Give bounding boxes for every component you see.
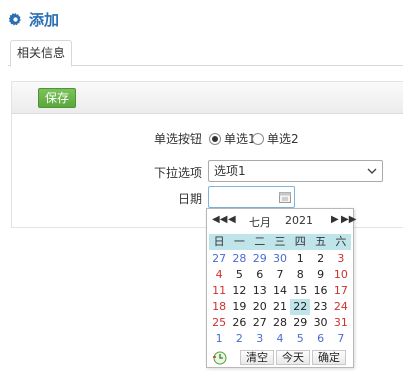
calendar-day[interactable]: 14 (270, 283, 290, 299)
gear-icon (8, 12, 22, 26)
calendar-day[interactable]: 15 (290, 283, 310, 299)
calendar-day[interactable]: 5 (290, 331, 310, 347)
next-month-icon[interactable]: ▶ (331, 214, 339, 226)
calendar-day[interactable]: 4 (209, 267, 229, 283)
radio-label: 单选按钮 (153, 132, 202, 146)
radio-button[interactable] (252, 132, 264, 145)
calendar-day[interactable]: 23 (310, 299, 330, 315)
calendar-year[interactable]: 2021 (285, 214, 313, 227)
calendar-days: 27 28 29 30 1 2 3 4 5 6 7 8 9 10 11 12 13 14 15 16 17 18 19 20 2… (209, 251, 351, 347)
calendar-day[interactable]: 7 (270, 267, 290, 283)
form-panel: 保存 (11, 81, 403, 228)
radio-button-checked[interactable] (209, 132, 221, 145)
calendar-day[interactable]: 28 (229, 251, 249, 267)
calendar-day[interactable]: 27 (250, 315, 270, 331)
next-year-icon[interactable]: ▶▶ (341, 214, 356, 226)
today-button[interactable]: 今天 (276, 350, 310, 365)
calendar-day[interactable]: 6 (310, 331, 330, 347)
tab-related-info[interactable]: 相关信息 (10, 40, 72, 67)
calendar-day[interactable]: 5 (229, 267, 249, 283)
calendar-day[interactable]: 9 (310, 267, 330, 283)
calendar-day[interactable]: 20 (250, 299, 270, 315)
calendar-day[interactable]: 18 (209, 299, 229, 315)
calendar-day[interactable]: 30 (270, 251, 290, 267)
calendar-day[interactable]: 28 (270, 315, 290, 331)
calendar-day[interactable]: 10 (331, 267, 351, 283)
weekday-label: 日 (213, 235, 225, 248)
calendar-day[interactable]: 25 (209, 315, 229, 331)
radio-option-label: 单选2 (267, 132, 299, 146)
calendar-day[interactable]: 4 (270, 331, 290, 347)
confirm-button[interactable]: 确定 (312, 350, 346, 365)
calendar-day[interactable]: 27 (209, 251, 229, 267)
calendar-day[interactable]: 21 (270, 299, 290, 315)
select-value: 选项1 (214, 164, 246, 178)
radio-option-1[interactable]: 单选1 (209, 130, 256, 147)
weekday-label: 二 (254, 235, 266, 248)
calendar-day[interactable]: 22 (290, 299, 311, 315)
calendar-day[interactable]: 2 (229, 331, 249, 347)
tab-bar: 相关信息 (8, 40, 403, 67)
dropdown-select[interactable]: 选项1 (208, 160, 383, 182)
clock-icon[interactable] (212, 351, 228, 365)
calendar-day[interactable]: 16 (310, 283, 330, 299)
save-button[interactable]: 保存 (38, 88, 76, 108)
calendar-day[interactable]: 29 (250, 251, 270, 267)
weekday-label: 三 (274, 235, 286, 248)
radio-option-label: 单选1 (224, 132, 256, 146)
calendar-day[interactable]: 19 (229, 299, 249, 315)
calendar-day[interactable]: 3 (331, 251, 351, 267)
calendar-day[interactable]: 2 (310, 251, 330, 267)
calendar-header: ◀◀ ◀ 七月 2021 ▶ ▶▶ (207, 209, 356, 233)
calendar-icon[interactable] (279, 191, 291, 203)
calendar-day[interactable]: 31 (331, 315, 351, 331)
panel-toolbar: 保存 (12, 82, 403, 114)
date-label: 日期 (177, 192, 202, 206)
calendar-day[interactable]: 12 (229, 283, 249, 299)
calendar-day[interactable]: 6 (250, 267, 270, 283)
calendar-weekdays: 日 一 二 三 四 五 六 (209, 234, 351, 250)
radio-option-2[interactable]: 单选2 (252, 130, 299, 147)
calendar-day[interactable]: 17 (331, 283, 351, 299)
prev-year-icon[interactable]: ◀◀ (212, 214, 227, 226)
weekday-label: 六 (335, 235, 347, 248)
calendar-day[interactable]: 3 (250, 331, 270, 347)
select-label: 下拉选项 (153, 166, 202, 180)
weekday-label: 五 (315, 235, 327, 248)
calendar-day[interactable]: 7 (331, 331, 351, 347)
clear-button[interactable]: 清空 (240, 350, 274, 365)
calendar-footer: 清空 今天 确定 (209, 349, 351, 366)
chevron-down-icon (367, 168, 377, 174)
weekday-label: 四 (294, 235, 306, 248)
calendar-day[interactable]: 30 (310, 315, 330, 331)
calendar-day[interactable]: 1 (209, 331, 229, 347)
calendar-day[interactable]: 29 (290, 315, 310, 331)
calendar-day[interactable]: 13 (250, 283, 270, 299)
date-input[interactable] (208, 186, 295, 208)
calendar-day[interactable]: 24 (331, 299, 351, 315)
weekday-label: 一 (233, 235, 245, 248)
calendar-day[interactable]: 11 (209, 283, 229, 299)
calendar-day[interactable]: 26 (229, 315, 249, 331)
page-title: 添加 (29, 10, 60, 29)
calendar-day[interactable]: 8 (290, 267, 310, 283)
date-picker-popup: ◀◀ ◀ 七月 2021 ▶ ▶▶ 日 一 二 三 四 五 六 27 28 29 30… (206, 208, 356, 368)
page-header: 添加 (8, 8, 59, 30)
calendar-month[interactable]: 七月 (249, 214, 271, 230)
prev-month-icon[interactable]: ◀ (228, 214, 236, 226)
calendar-day[interactable]: 1 (290, 251, 310, 267)
